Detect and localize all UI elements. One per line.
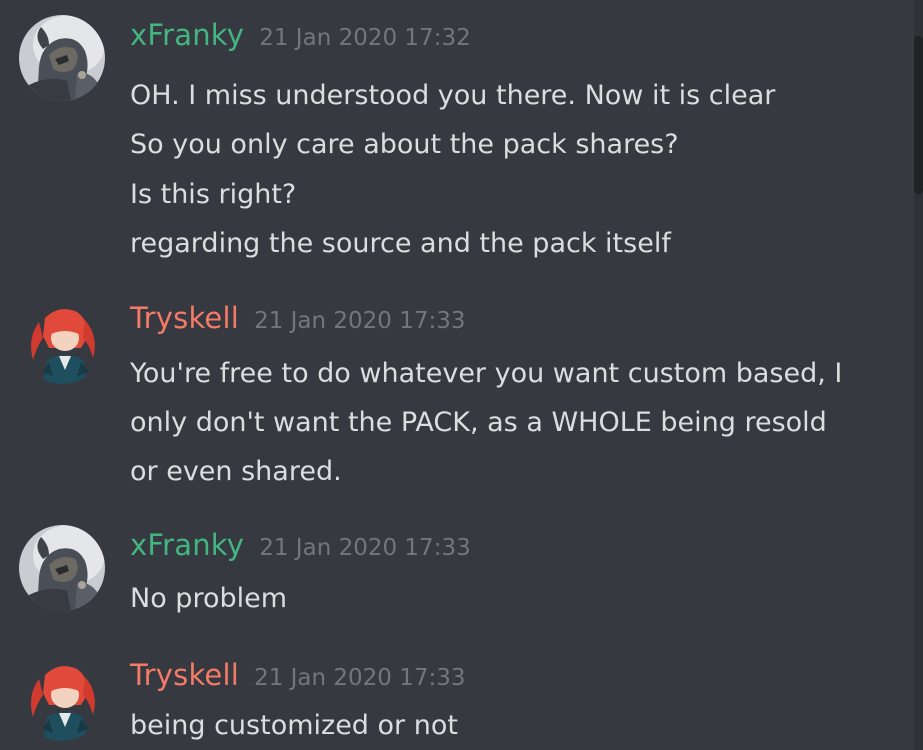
message-text: only don't want the PACK, as a WHOLE bei… — [130, 407, 827, 438]
message-text: or even shared. — [130, 456, 342, 487]
message-group: xFranky 21 Jan 2020 17:32 OH. I miss und… — [0, 0, 900, 280]
message-text: No problem — [130, 583, 288, 614]
timestamp: 21 Jan 2020 17:33 — [254, 308, 466, 334]
message-group: Tryskell 21 Jan 2020 17:33 being customi… — [0, 640, 900, 750]
avatar[interactable] — [19, 525, 105, 611]
message-text: You're free to do whatever you want cust… — [130, 358, 843, 389]
timestamp: 21 Jan 2020 17:33 — [259, 535, 471, 561]
username[interactable]: Tryskell — [130, 658, 239, 692]
avatar[interactable] — [19, 15, 105, 101]
chat-message-list: xFranky 21 Jan 2020 17:32 OH. I miss und… — [0, 0, 923, 750]
message-header: Tryskell 21 Jan 2020 17:33 — [130, 301, 466, 335]
username[interactable]: Tryskell — [130, 301, 239, 335]
message-header: xFranky 21 Jan 2020 17:32 — [130, 18, 471, 52]
message-text: being customized or not — [130, 710, 458, 741]
tryskell-avatar-icon — [19, 298, 105, 384]
scrollbar-thumb[interactable] — [914, 36, 923, 194]
xfranky-avatar-icon — [19, 15, 105, 101]
message-text: regarding the source and the pack itself — [130, 228, 671, 259]
message-group: Tryskell 21 Jan 2020 17:33 You're free t… — [0, 283, 900, 498]
timestamp: 21 Jan 2020 17:33 — [254, 665, 466, 691]
timestamp: 21 Jan 2020 17:32 — [259, 25, 471, 51]
message-text: So you only care about the pack shares? — [130, 129, 679, 160]
message-header: xFranky 21 Jan 2020 17:33 — [130, 528, 471, 562]
message-text: Is this right? — [130, 179, 297, 210]
message-group: xFranky 21 Jan 2020 17:33 No problem — [0, 510, 900, 630]
avatar[interactable] — [19, 655, 105, 741]
message-text: OH. I miss understood you there. Now it … — [130, 80, 776, 111]
xfranky-avatar-icon — [19, 525, 105, 611]
username[interactable]: xFranky — [130, 18, 244, 52]
message-header: Tryskell 21 Jan 2020 17:33 — [130, 658, 466, 692]
avatar[interactable] — [19, 298, 105, 384]
tryskell-avatar-icon — [19, 655, 105, 741]
username[interactable]: xFranky — [130, 528, 244, 562]
